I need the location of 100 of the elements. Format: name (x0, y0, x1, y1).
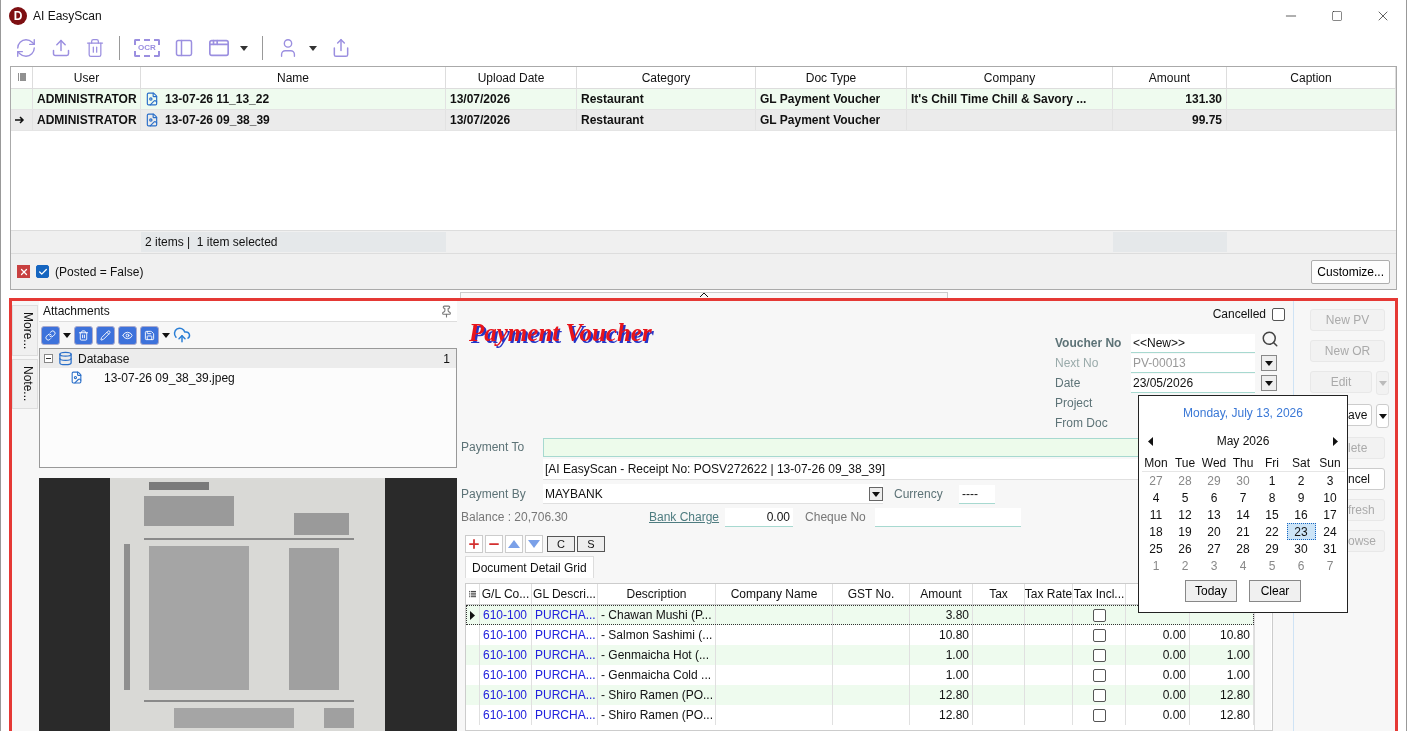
filter-checkbox[interactable] (36, 265, 49, 278)
column-header[interactable]: Doc Type (756, 67, 907, 88)
column-header[interactable]: Tax (973, 584, 1025, 604)
calendar-day[interactable]: 17 (1315, 506, 1345, 523)
column-header[interactable]: Amount (910, 584, 973, 604)
move-up-button[interactable] (505, 535, 523, 553)
caret-icon[interactable] (308, 45, 317, 51)
calendar-day[interactable]: 25 (1141, 540, 1171, 557)
window-icon[interactable] (207, 37, 230, 59)
caret-icon[interactable] (239, 45, 248, 51)
calendar-day[interactable]: 2 (1170, 557, 1200, 574)
dropdown-button[interactable] (1376, 404, 1389, 428)
column-header[interactable]: User (33, 67, 141, 88)
calendar-day[interactable]: 2 (1286, 472, 1316, 489)
input-field[interactable]: ---- (959, 484, 995, 504)
tax-inclusive-checkbox[interactable] (1092, 608, 1106, 622)
up-triangle-icon[interactable] (508, 540, 520, 548)
search-icon[interactable] (1261, 330, 1279, 348)
column-header[interactable]: GL Descri... (532, 584, 598, 604)
pencil-icon[interactable] (100, 329, 111, 341)
calendar-day[interactable]: 30 (1286, 540, 1316, 557)
calendar-day[interactable]: 10 (1315, 489, 1345, 506)
calendar-day[interactable]: 8 (1257, 489, 1287, 506)
trash-icon[interactable] (78, 329, 89, 341)
calendar-day[interactable]: 29 (1257, 540, 1287, 557)
grid-button[interactable]: S (577, 536, 605, 552)
side-tab[interactable]: More... (12, 305, 38, 357)
input-field[interactable]: 23/05/2026 (1131, 373, 1255, 393)
calendar-day[interactable]: 26 (1170, 540, 1200, 557)
calendar-day[interactable]: 22 (1257, 523, 1287, 540)
grid-button[interactable]: C (547, 536, 575, 552)
calendar-day[interactable]: 20 (1199, 523, 1229, 540)
calendar-day[interactable]: 11 (1141, 506, 1171, 523)
table-row[interactable]: 610-100 PURCHA... - Chawan Mushi (P... 3.80 (466, 605, 1254, 625)
calendar-day[interactable]: 6 (1286, 557, 1316, 574)
calendar-day[interactable]: 16 (1286, 506, 1316, 523)
calendar-day[interactable]: 6 (1199, 489, 1229, 506)
splitter-handle[interactable] (459, 292, 948, 298)
column-chooser-icon[interactable] (469, 589, 476, 599)
side-tab[interactable]: Note... (12, 359, 38, 409)
column-header[interactable]: Company Name (716, 584, 833, 604)
eye-icon[interactable] (122, 329, 133, 341)
column-header[interactable]: Amount (1113, 67, 1227, 88)
calendar-day[interactable]: 31 (1315, 540, 1345, 557)
column-header[interactable]: G/L Co... (480, 584, 532, 604)
calendar-day[interactable]: 5 (1170, 489, 1200, 506)
calendar-day[interactable]: 13 (1199, 506, 1229, 523)
caret-icon[interactable] (1378, 413, 1387, 419)
calendar-day[interactable]: 3 (1315, 472, 1345, 489)
calendar-day[interactable]: 24 (1315, 523, 1345, 540)
calendar-day[interactable]: 12 (1170, 506, 1200, 523)
column-header[interactable]: Company (907, 67, 1113, 88)
cancelled-checkbox[interactable] (1272, 307, 1285, 321)
tax-inclusive-checkbox[interactable] (1092, 668, 1106, 682)
column-header[interactable]: Caption (1227, 67, 1396, 88)
calendar-day[interactable]: 18 (1141, 523, 1171, 540)
calendar-day[interactable]: 4 (1228, 557, 1258, 574)
trash-icon[interactable] (85, 38, 105, 58)
save-icon[interactable] (144, 329, 155, 341)
table-row[interactable]: ADMINISTRATOR 13-07-26 09_38_39 13/07/2026 Restaurant GL Payment Voucher 99.75 (11, 110, 1396, 131)
link-button[interactable] (41, 325, 60, 345)
table-row[interactable]: ADMINISTRATOR 13-07-26 11_13_22 13/07/2026 Restaurant GL Payment Voucher It's Chill Time Chill & Savory ... 131.30 (11, 89, 1396, 110)
upload-icon[interactable] (51, 38, 71, 58)
input-field[interactable] (875, 507, 1022, 527)
calendar-day[interactable]: 14 (1228, 506, 1258, 523)
maximize-icon[interactable] (1331, 10, 1343, 22)
previous-month-icon[interactable] (1148, 436, 1153, 446)
tax-inclusive-checkbox[interactable] (1092, 648, 1106, 662)
delete-button[interactable] (74, 325, 93, 345)
save-button[interactable] (140, 325, 159, 345)
clear-filter-icon[interactable] (17, 265, 30, 278)
calendar-day[interactable]: 23 (1286, 523, 1316, 540)
tree-item[interactable]: 13-07-26 09_38_39.jpeg (104, 370, 235, 385)
calendar-button[interactable]: Clear (1249, 580, 1301, 602)
pin-icon[interactable] (440, 304, 453, 318)
bank-charge-link[interactable]: Bank Charge (649, 510, 720, 524)
column-header[interactable]: GST No. (833, 584, 910, 604)
calendar-day[interactable]: 1 (1141, 557, 1171, 574)
action-button[interactable]: ncel (1345, 468, 1385, 490)
cloud-upload-icon[interactable] (173, 326, 191, 344)
dropdown-button[interactable] (1261, 355, 1277, 371)
input-field[interactable]: 0.00 (725, 507, 794, 527)
caret-icon[interactable] (1265, 360, 1273, 366)
dropdown-field[interactable]: MAYBANK (543, 484, 883, 504)
column-header[interactable]: Tax Rate (1025, 584, 1073, 604)
calendar-button[interactable]: Today (1185, 580, 1237, 602)
calendar-day[interactable]: 3 (1199, 557, 1229, 574)
caret-icon[interactable] (1265, 380, 1273, 386)
calendar-day[interactable]: 5 (1257, 557, 1287, 574)
customize-button[interactable]: Customize... (1311, 259, 1390, 284)
calendar-day[interactable]: 15 (1257, 506, 1287, 523)
input-field[interactable]: <<New>> (1131, 333, 1255, 353)
table-row[interactable]: 610-100 PURCHA... - Shiro Ramen (PO... 12.80 0.00 12.80 (466, 685, 1254, 705)
calendar-day[interactable]: 21 (1228, 523, 1258, 540)
tax-inclusive-checkbox[interactable] (1092, 628, 1106, 642)
calendar-day[interactable]: 4 (1141, 489, 1171, 506)
calendar-day[interactable]: 19 (1170, 523, 1200, 540)
table-row[interactable]: 610-100 PURCHA... - Genmaicha Hot (... 1.00 0.00 1.00 (466, 645, 1254, 665)
caret-icon[interactable] (162, 332, 170, 338)
tax-inclusive-checkbox[interactable] (1092, 708, 1106, 722)
